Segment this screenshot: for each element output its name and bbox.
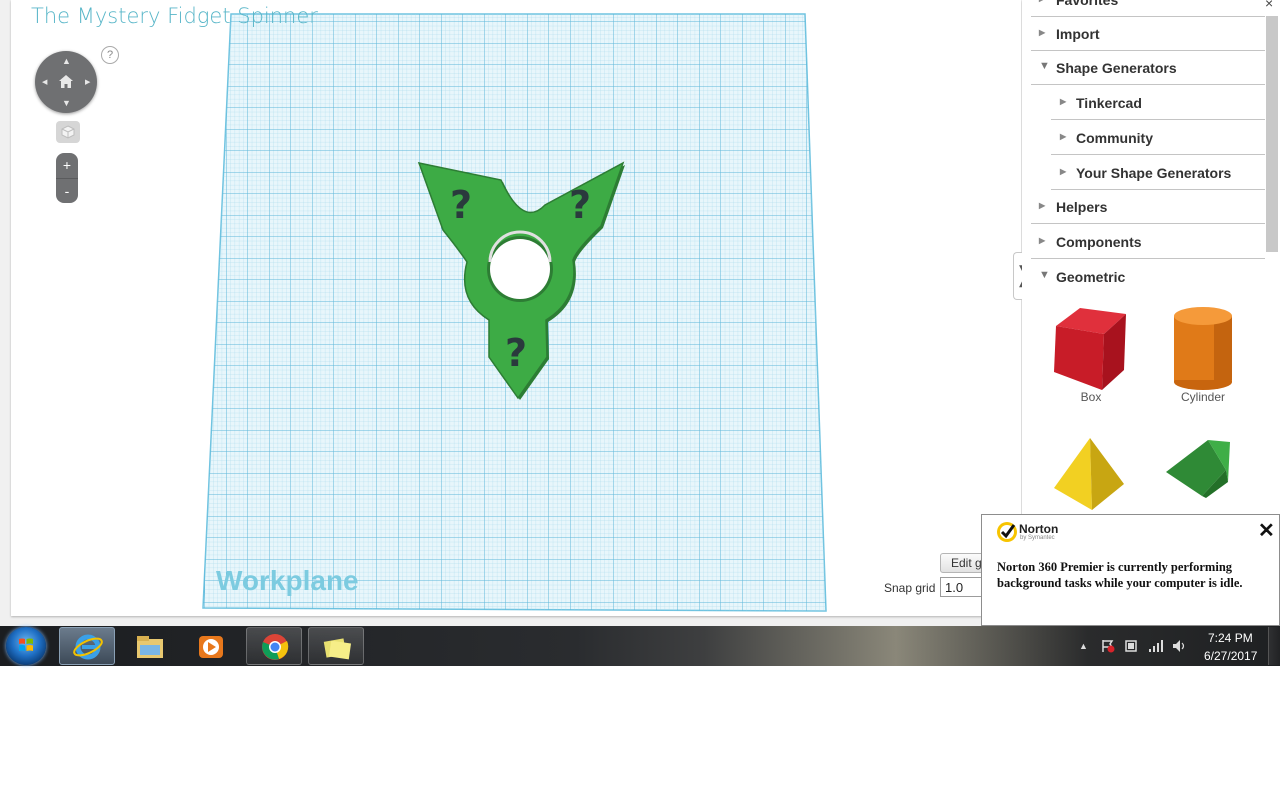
orbit-left-icon[interactable]: ◀ (42, 78, 47, 87)
shape-pyramid[interactable] (1046, 430, 1136, 520)
windows-taskbar: ▲ (0, 626, 1280, 666)
windows-logo-icon (19, 638, 33, 651)
chevron-right-icon: ▶ (1039, 201, 1046, 210)
design-title[interactable]: The Mystery Fidget Spinner (31, 4, 318, 28)
panel-item-label: Shape Generators (1056, 60, 1177, 76)
media-player-icon (199, 636, 223, 658)
chevron-right-icon: ▶ (1060, 167, 1067, 176)
panel-item-label: Tinkercad (1076, 95, 1142, 111)
show-desktop-button[interactable] (1268, 627, 1280, 665)
norton-message: Norton 360 Premier is currently performi… (997, 560, 1243, 590)
panel-item-community[interactable]: ▶ Community (1051, 121, 1265, 155)
internet-explorer-icon (73, 634, 103, 660)
orbit-up-icon[interactable]: ▲ (62, 57, 71, 66)
network-signal-icon[interactable] (1148, 639, 1164, 653)
question-mark-bottom: ? (505, 331, 527, 375)
folder-icon (137, 636, 163, 658)
shape-roof[interactable] (1158, 430, 1248, 520)
chevron-right-icon: ▶ (1060, 132, 1067, 141)
question-mark-left: ? (450, 183, 472, 227)
chevron-down-icon: ▼ (1039, 269, 1050, 281)
shape-cylinder[interactable]: Cylinder (1158, 300, 1248, 410)
pyramid-shape-icon (1054, 438, 1124, 510)
panel-item-label: Helpers (1056, 199, 1108, 215)
sticky-notes-icon (323, 638, 352, 660)
chrome-icon (262, 634, 289, 660)
roof-shape-icon (1166, 440, 1230, 498)
panel-item-favorites[interactable]: ▶ Favorites (1031, 0, 1265, 17)
question-mark-right: ? (569, 183, 591, 227)
taskbar-chrome[interactable] (246, 627, 302, 665)
orbit-right-icon[interactable]: ▶ (85, 78, 90, 87)
design-editor[interactable]: ? ? ? The Mystery Fidget Spinner ▲ ▼ ◀ ▶… (11, 0, 1021, 616)
cylinder-shape-icon (1174, 307, 1232, 390)
clock-time[interactable]: 7:24 PM (1208, 631, 1253, 645)
chevron-right-icon: ▶ (1039, 0, 1045, 3)
zoom-control: + - (56, 153, 78, 203)
panel-item-label: Components (1056, 234, 1142, 250)
perspective-toggle-button[interactable] (56, 121, 80, 143)
norton-brand-sub: by Symantec (1020, 535, 1055, 541)
panel-item-shape-generators[interactable]: ▼ Shape Generators (1031, 51, 1265, 85)
cube-icon (61, 125, 75, 139)
show-hidden-icons[interactable]: ▲ (1079, 641, 1088, 651)
panel-item-your-shape-generators[interactable]: ▶ Your Shape Generators (1051, 156, 1265, 190)
norton-notification[interactable]: Norton by Symantec ✕ Norton 360 Premier … (981, 514, 1280, 626)
panel-item-label: Your Shape Generators (1076, 165, 1232, 181)
taskbar-media-player[interactable] (183, 627, 239, 665)
norton-brand: Norton (1019, 522, 1059, 536)
shape-label: Cylinder (1180, 390, 1225, 404)
panel-item-label: Community (1076, 130, 1153, 146)
close-icon[interactable]: ✕ (1258, 518, 1275, 543)
box-shape-icon (1054, 308, 1126, 390)
panel-close-icon[interactable]: × (1265, 0, 1273, 11)
shape-label: Box (1080, 390, 1102, 404)
chevron-right-icon: ▶ (1039, 28, 1046, 37)
help-icon[interactable]: ? (101, 46, 119, 64)
taskbar-sticky-notes[interactable] (308, 627, 364, 665)
panel-item-label: Favorites (1056, 0, 1119, 8)
panel-item-helpers[interactable]: ▶ Helpers (1031, 190, 1265, 224)
start-button[interactable] (6, 627, 46, 665)
clock-date[interactable]: 6/27/2017 (1204, 649, 1257, 663)
taskbar-internet-explorer[interactable] (59, 627, 115, 665)
volume-icon[interactable] (1172, 639, 1188, 653)
chevron-right-icon: ▶ (1039, 236, 1046, 245)
taskbar-file-explorer[interactable] (122, 627, 178, 665)
panel-item-label: Import (1056, 26, 1100, 42)
chevron-right-icon: ▶ (1060, 97, 1067, 106)
action-center-flag-icon[interactable] (1100, 639, 1116, 653)
chevron-down-icon: ▼ (1039, 60, 1050, 72)
panel-item-import[interactable]: ▶ Import (1031, 17, 1265, 51)
panel-scrollbar[interactable] (1266, 16, 1278, 252)
zoom-in-button[interactable]: + (56, 153, 78, 178)
panel-item-geometric[interactable]: ▼ Geometric (1031, 260, 1265, 294)
tinkercad-app: ? ? ? The Mystery Fidget Spinner ▲ ▼ ◀ ▶… (0, 0, 1280, 626)
power-icon[interactable] (1124, 639, 1138, 653)
panel-item-tinkercad[interactable]: ▶ Tinkercad (1051, 86, 1265, 120)
zoom-out-button[interactable]: - (56, 178, 78, 204)
view-navigation-control[interactable]: ▲ ▼ ◀ ▶ (35, 51, 97, 113)
panel-item-label: Geometric (1056, 269, 1126, 285)
workplane-label: Workplane (216, 565, 359, 596)
home-view-icon[interactable] (58, 74, 74, 89)
panel-item-components[interactable]: ▶ Components (1031, 225, 1265, 259)
snap-grid-label: Snap grid (884, 581, 936, 595)
workplane-viewport[interactable]: ? ? ? (11, 0, 1021, 616)
orbit-down-icon[interactable]: ▼ (62, 99, 71, 108)
shape-box[interactable]: Box (1046, 300, 1136, 410)
norton-logo-icon (997, 522, 1017, 542)
